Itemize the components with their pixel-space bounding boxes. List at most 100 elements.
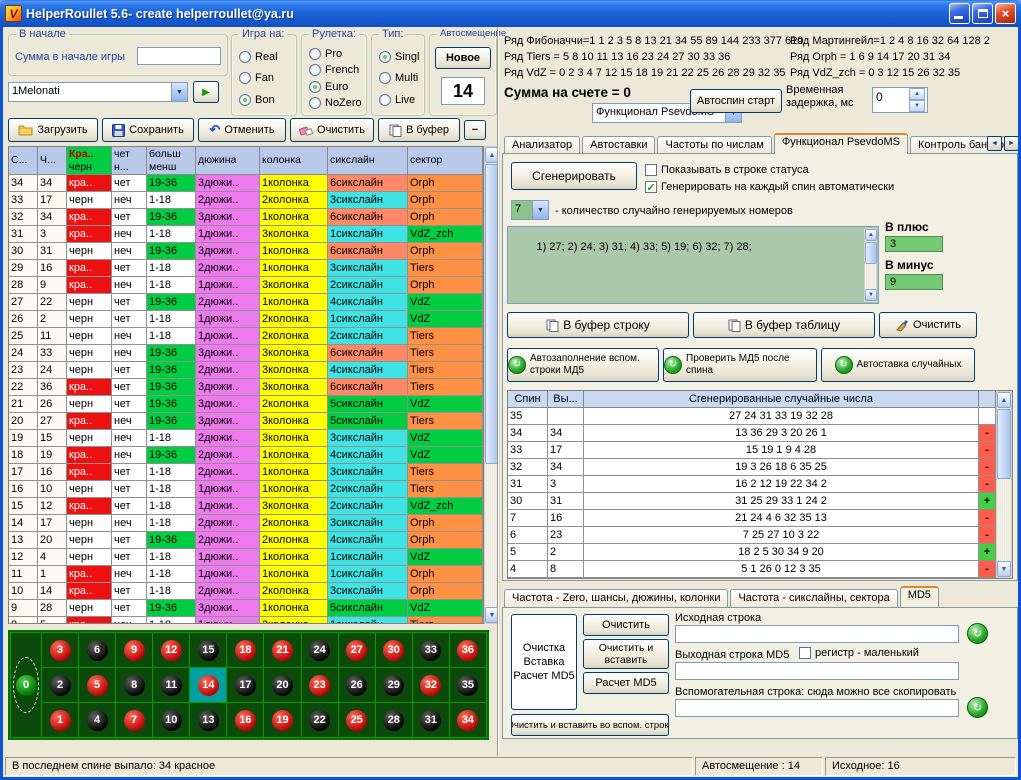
- board-cell-17[interactable]: 17: [227, 668, 263, 702]
- board-cell-24[interactable]: 24: [302, 633, 338, 667]
- radio-fan[interactable]: Fan: [239, 72, 293, 84]
- tab-MD5[interactable]: MD5: [900, 586, 939, 607]
- board-cell-14[interactable]: 14: [190, 668, 226, 702]
- chevron-down-icon[interactable]: ▼: [532, 201, 548, 219]
- count-combobox[interactable]: 7 ▼: [511, 200, 549, 220]
- table-row[interactable]: 3234кра..чет19-363дюжи..1колонка6сикслай…: [9, 209, 483, 226]
- table-row[interactable]: 2027кра..неч19-363дюжи..3колонка5сикслай…: [9, 413, 483, 430]
- table-row[interactable]: 289кра..неч1-181дюжи..3колонка2сикслайнO…: [9, 277, 483, 294]
- board-cell-32[interactable]: 32: [413, 668, 449, 702]
- new-offset-button[interactable]: Новое: [435, 47, 491, 69]
- board-cell-3[interactable]: 3: [42, 633, 78, 667]
- table-row[interactable]: 1716кра..чет1-182дюжи..1колонка3сикслайн…: [9, 464, 483, 481]
- tab-Частота - сикслайны, сектора[interactable]: Частота - сикслайны, сектора: [730, 589, 897, 607]
- board-cell-29[interactable]: 29: [376, 668, 412, 702]
- auto-generate-checkbox-row[interactable]: ✓ Генерировать на каждый спин автоматиче…: [645, 181, 894, 193]
- board-cell-10[interactable]: 10: [153, 703, 189, 737]
- chevron-down-icon[interactable]: ▼: [171, 83, 187, 101]
- board-cell-12[interactable]: 12: [153, 633, 189, 667]
- table-row[interactable]: 1014кра..чет1-182дюжи..2колонка3сикслайн…: [9, 583, 483, 600]
- to-buffer-button[interactable]: В буфер: [378, 118, 460, 142]
- board-cell-15[interactable]: 15: [190, 633, 226, 667]
- board-cell-0[interactable]: 0: [11, 633, 41, 737]
- table-row[interactable]: 2126чернчет19-363дюжи..2колонка5сикслайн…: [9, 396, 483, 413]
- board-cell-34[interactable]: 34: [450, 703, 486, 737]
- radio-pro[interactable]: Pro: [309, 48, 363, 60]
- gen-scrollbar[interactable]: ▲▼: [996, 391, 1012, 578]
- tab-Автоставки[interactable]: Автоставки: [582, 136, 655, 154]
- table-row[interactable]: 343413 36 29 3 20 26 1-: [508, 425, 1012, 442]
- table-row[interactable]: 1819кра..неч19-362дюжи..1колонка4сикслай…: [9, 447, 483, 464]
- board-cell-26[interactable]: 26: [339, 668, 375, 702]
- save-button[interactable]: Сохранить: [102, 118, 194, 142]
- board-cell-5[interactable]: 5: [79, 668, 115, 702]
- table-row[interactable]: 331715 19 1 9 4 28-: [508, 442, 1012, 459]
- table-row[interactable]: 1512кра..чет1-181дюжи..3колонка2сикслайн…: [9, 498, 483, 515]
- column-header[interactable]: Вы...: [548, 391, 584, 408]
- board-cell-18[interactable]: 18: [227, 633, 263, 667]
- board-cell-8[interactable]: 8: [116, 668, 152, 702]
- radio-multi[interactable]: Multi: [379, 72, 421, 84]
- tab-Частота - Zero, шансы, дюжины, колонки[interactable]: Частота - Zero, шансы, дюжины, колонки: [504, 589, 728, 607]
- helper-refresh-button[interactable]: ↻: [967, 697, 988, 718]
- table-row[interactable]: 2722чернчет19-362дюжи..1колонка4сикслайн…: [9, 294, 483, 311]
- table-row[interactable]: 3434кра..чет19-363дюжи..1колонка6сикслай…: [9, 175, 483, 192]
- scroll-thumb[interactable]: [865, 242, 877, 264]
- column-header[interactable]: четн...: [112, 147, 147, 175]
- column-header[interactable]: колонка: [260, 147, 328, 175]
- table-row[interactable]: 1320чернчет19-362дюжи..2колонка4сикслайн…: [9, 532, 483, 549]
- scroll-thumb[interactable]: [997, 409, 1011, 479]
- board-cell-11[interactable]: 11: [153, 668, 189, 702]
- board-cell-31[interactable]: 31: [413, 703, 449, 737]
- tab-scroll-right-icon[interactable]: ►: [1004, 136, 1018, 151]
- clear-paste-helper-button[interactable]: Очистить и вставить во вспом. строку: [511, 714, 669, 736]
- load-button[interactable]: Загрузить: [8, 118, 98, 142]
- generated-numbers-text[interactable]: 1) 27; 2) 24; 3) 31; 4) 33; 5) 19; 6) 32…: [507, 226, 879, 304]
- check-md5-button[interactable]: ↻ Проверить МД5 после спина: [663, 348, 817, 382]
- close-button[interactable]: ×: [995, 3, 1016, 24]
- table-row[interactable]: 71621 24 4 6 32 35 13-: [508, 510, 1012, 527]
- board-cell-19[interactable]: 19: [264, 703, 300, 737]
- board-cell-1[interactable]: 1: [42, 703, 78, 737]
- source-string-input[interactable]: [675, 625, 959, 643]
- table-row[interactable]: 313кра..неч1-181дюжи..3колонка1сикслайнV…: [9, 226, 483, 243]
- board-cell-7[interactable]: 7: [116, 703, 152, 737]
- table-row[interactable]: 3031черннеч19-363дюжи..1колонка6сикслайн…: [9, 243, 483, 260]
- board-cell-36[interactable]: 36: [450, 633, 486, 667]
- board-cell-30[interactable]: 30: [376, 633, 412, 667]
- scroll-up-button[interactable]: ▲: [865, 229, 877, 241]
- radio-nozero[interactable]: NoZero: [309, 97, 363, 109]
- preset-combobox[interactable]: 1Melonati ▼: [8, 82, 188, 102]
- start-sum-input[interactable]: [137, 47, 221, 65]
- scroll-down-button[interactable]: ▼: [997, 561, 1011, 577]
- table-row[interactable]: 1610чернчет1-181дюжи..1колонка2сикслайнT…: [9, 481, 483, 498]
- table-row[interactable]: 323419 3 26 18 6 35 25-: [508, 459, 1012, 476]
- buffer-row-button[interactable]: В буфер строку: [507, 312, 689, 338]
- table-row[interactable]: 6237 25 27 10 3 22-: [508, 527, 1012, 544]
- table-row[interactable]: 2433черннеч19-363дюжи..3колонка6сикслайн…: [9, 345, 483, 362]
- text-scrollbar[interactable]: ▲▼: [864, 228, 877, 302]
- radio-singl[interactable]: Singl: [379, 51, 421, 63]
- board-cell-27[interactable]: 27: [339, 633, 375, 667]
- board-cell-23[interactable]: 23: [302, 668, 338, 702]
- table-row[interactable]: 111кра..неч1-181дюжи..1колонка1сикслайнO…: [9, 566, 483, 583]
- checkbox-unchecked-icon[interactable]: [645, 164, 657, 176]
- radio-live[interactable]: Live: [379, 94, 421, 106]
- undo-button[interactable]: ↶ Отменить: [198, 118, 286, 142]
- output-string-input[interactable]: [675, 662, 959, 680]
- titlebar[interactable]: V HelperRoullet 5.6- create helperroulle…: [0, 0, 1021, 27]
- source-refresh-button[interactable]: ↻: [967, 623, 988, 644]
- md5-calc-button[interactable]: Расчет MD5: [583, 672, 669, 694]
- autofill-md5-button[interactable]: ↻ Автозаполнение вспом. строки МД5: [507, 348, 659, 382]
- clear-generated-button[interactable]: Очистить: [879, 312, 977, 338]
- lowercase-checkbox-row[interactable]: регистр - маленький: [799, 647, 919, 659]
- table-row[interactable]: 124чернчет1-181дюжи..1колонка1сикслайнVd…: [9, 549, 483, 566]
- board-cell-9[interactable]: 9: [116, 633, 152, 667]
- table-row[interactable]: 3317черннеч1-182дюжи..2колонка3сикслайнO…: [9, 192, 483, 209]
- table-row[interactable]: 1915черннеч1-182дюжи..3колонка3сикслайнV…: [9, 430, 483, 447]
- tab-scroll-left-icon[interactable]: ◄: [987, 136, 1002, 151]
- checkbox-checked-icon[interactable]: ✓: [645, 181, 657, 193]
- table-row[interactable]: 485 1 26 0 12 3 35-: [508, 561, 1012, 578]
- table-row[interactable]: 303131 25 29 33 1 24 2+: [508, 493, 1012, 510]
- show-status-checkbox-row[interactable]: Показывать в строке статуса: [645, 164, 809, 176]
